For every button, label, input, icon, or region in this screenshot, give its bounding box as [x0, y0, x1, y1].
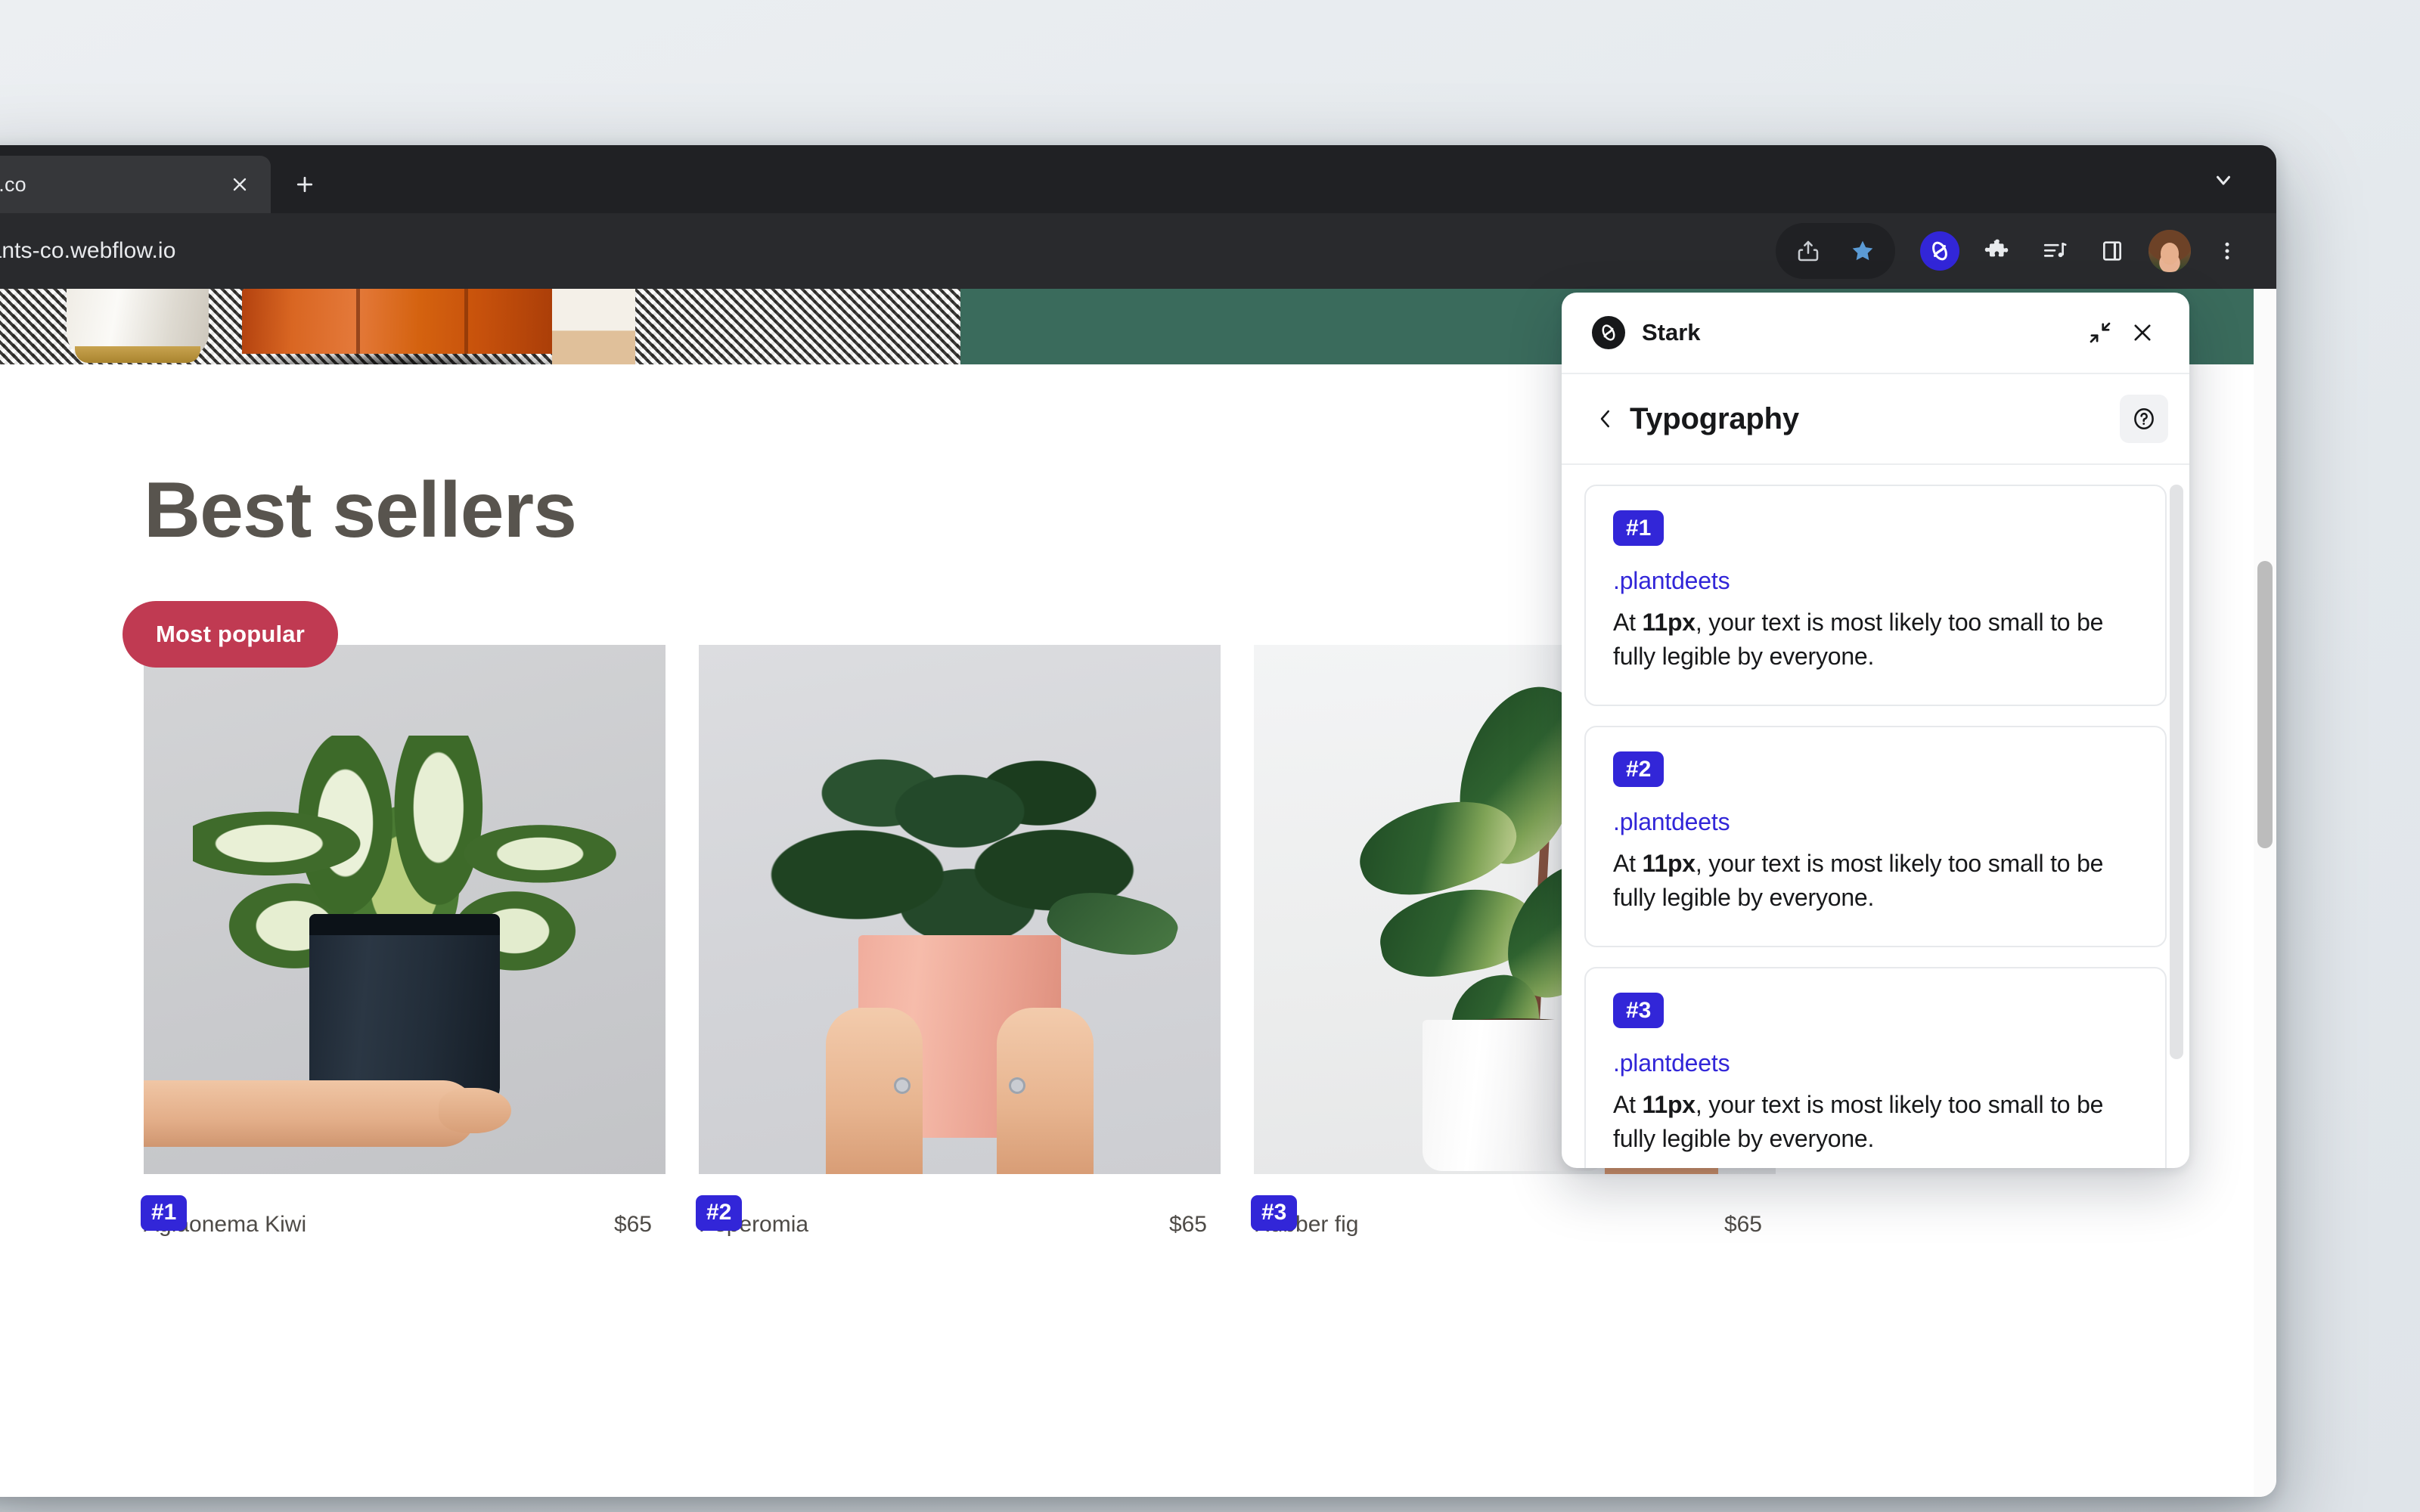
issue-description: At 11px, your text is most likely too sm…: [1613, 606, 2138, 674]
issue-rank-badge: #1: [1613, 510, 1665, 546]
rank-badge: #3: [1251, 1195, 1298, 1231]
close-icon[interactable]: [2121, 311, 2164, 354]
issue-rank-badge: #2: [1613, 751, 1665, 787]
product-image: [699, 645, 1221, 1174]
avatar[interactable]: [2143, 225, 2196, 277]
more-menu-icon[interactable]: [2201, 225, 2254, 277]
product-price: $65: [613, 1212, 652, 1237]
stark-logo-icon: [1592, 316, 1625, 349]
stark-section-header: Typography: [1562, 374, 2189, 465]
close-icon[interactable]: [222, 167, 257, 202]
product-card[interactable]: Most popular #1 Aglaonema Kiwi $65: [123, 601, 666, 1238]
tab-strip: Plants.co: [0, 145, 2276, 213]
product-image: [144, 645, 666, 1174]
product-price: $65: [1723, 1212, 1762, 1237]
most-popular-badge: Most popular: [123, 601, 338, 668]
product-card[interactable]: #2 Peperomia $65: [696, 645, 1221, 1238]
issue-desc-value: 11px: [1642, 849, 1696, 877]
browser-window: Plants.co plants-co.webflow.io: [0, 145, 2276, 1497]
issue-description: At 11px, your text is most likely too sm…: [1613, 1088, 2138, 1157]
browser-tab[interactable]: Plants.co: [0, 156, 271, 213]
issue-card[interactable]: #3 .plantdeets At 11px, your text is mos…: [1584, 966, 2167, 1168]
product-price: $65: [1168, 1212, 1207, 1237]
issue-selector: .plantdeets: [1613, 807, 1730, 835]
url-text: plants-co.webflow.io: [0, 238, 176, 263]
issue-desc-value: 11px: [1642, 1090, 1696, 1118]
media-playlist-icon[interactable]: [2028, 225, 2081, 277]
issue-selector: .plantdeets: [1613, 1049, 1730, 1077]
share-icon[interactable]: [1782, 225, 1835, 277]
page-scrollbar[interactable]: [2254, 289, 2276, 1497]
panel-scrollbar[interactable]: [2170, 485, 2183, 1165]
hero-photo: [0, 289, 960, 364]
product-meta: #1 Aglaonema Kiwi $65: [141, 1195, 666, 1238]
issue-card[interactable]: #1 .plantdeets At 11px, your text is mos…: [1584, 485, 2167, 706]
issue-desc-value: 11px: [1642, 609, 1696, 636]
panel-scrollbar-thumb[interactable]: [2170, 485, 2183, 1059]
rank-badge: #2: [696, 1195, 743, 1231]
stark-extension-icon[interactable]: [1913, 225, 1966, 277]
product-grid: Most popular #1 Aglaonema Kiwi $65 #2 Pe…: [123, 601, 1807, 1238]
product-meta: #2 Peperomia $65: [696, 1195, 1221, 1238]
chevron-down-icon[interactable]: [2202, 159, 2245, 201]
stark-issue-list: #1 .plantdeets At 11px, your text is mos…: [1562, 465, 2189, 1168]
issue-rank-badge: #3: [1613, 992, 1665, 1028]
product-meta: #3 Rubber fig $65: [1251, 1195, 1776, 1238]
plus-icon[interactable]: [281, 161, 328, 208]
issue-desc-prefix: At: [1613, 849, 1643, 877]
address-bar[interactable]: plants-co.webflow.io: [0, 213, 1776, 289]
issue-selector: .plantdeets: [1613, 567, 1730, 594]
issue-description: At 11px, your text is most likely too sm…: [1613, 847, 2138, 916]
stark-app-name: Stark: [1642, 319, 1701, 345]
stark-panel: Stark Typography #1 .plantdeets At 11px,…: [1562, 293, 2189, 1168]
side-panel-icon[interactable]: [2086, 225, 2139, 277]
page-scrollbar-thumb[interactable]: [2257, 561, 2273, 848]
issue-card[interactable]: #2 .plantdeets At 11px, your text is mos…: [1584, 725, 2167, 947]
rank-badge: #1: [141, 1195, 188, 1231]
omnibox-action-chip: [1776, 223, 1895, 279]
section-title: Typography: [1630, 401, 1799, 435]
issue-desc-prefix: At: [1613, 1090, 1643, 1118]
toolbar-actions: [1776, 213, 2276, 289]
chevron-left-icon[interactable]: [1589, 402, 1622, 435]
issue-desc-prefix: At: [1613, 609, 1643, 636]
bookmark-star-icon[interactable]: [1836, 225, 1889, 277]
tab-title: Plants.co: [0, 172, 26, 196]
browser-toolbar: plants-co.webflow.io: [0, 213, 2276, 289]
extensions-puzzle-icon[interactable]: [1971, 225, 2024, 277]
collapse-icon[interactable]: [2079, 311, 2121, 354]
question-mark-icon[interactable]: [2120, 395, 2168, 443]
stark-panel-header: Stark: [1562, 293, 2189, 374]
